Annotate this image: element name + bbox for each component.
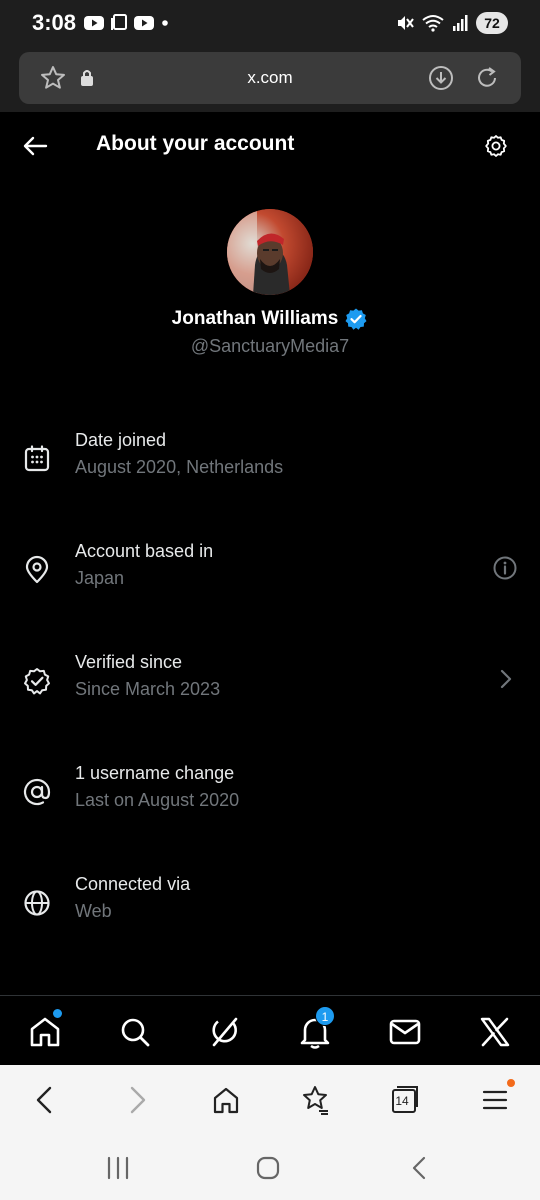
info-item-subtitle: Japan (75, 568, 125, 588)
calendar-icon (24, 445, 50, 472)
verified-badge-icon (24, 668, 50, 695)
display-name-row: Jonathan Williams (0, 307, 540, 331)
download-icon[interactable] (427, 64, 455, 92)
youtube-icon (134, 16, 154, 30)
browser-menu-button[interactable] (480, 1079, 515, 1117)
browser-home-icon[interactable] (210, 1083, 242, 1117)
youtube-icon (84, 16, 104, 30)
username-handle: @SanctuaryMedia7 (190, 336, 350, 356)
info-item-subtitle: August 2020, Netherlands (75, 457, 284, 477)
browser-toolbar: 14 (0, 1065, 540, 1135)
address-bar[interactable]: x.com (19, 52, 521, 104)
system-nav-bar (0, 1135, 540, 1200)
home-icon (30, 1017, 60, 1047)
nav-home[interactable] (25, 1009, 65, 1052)
app-bottom-nav: 1 (0, 995, 540, 1065)
tabs-count: 14 (395, 1094, 409, 1108)
system-back-icon[interactable] (406, 1155, 432, 1181)
home-unread-dot (53, 1009, 62, 1018)
battery-level: 72 (476, 12, 508, 34)
verified-checkmark-icon (345, 308, 367, 330)
bookmarks-icon[interactable] (299, 1083, 331, 1117)
avatar[interactable] (227, 209, 313, 295)
browser-top-bar: x.com (0, 46, 540, 112)
nav-premium[interactable] (475, 1012, 515, 1052)
x-logo-icon (480, 1017, 510, 1047)
mute-icon (398, 16, 414, 30)
info-item-title: Connected via (75, 874, 191, 894)
nav-notifications[interactable]: 1 (295, 1006, 335, 1052)
status-system-icons: 72 (396, 12, 508, 34)
gallery-icon (111, 14, 127, 30)
info-icon[interactable] (492, 555, 518, 581)
nav-search[interactable] (115, 1012, 155, 1052)
menu-notification-dot (507, 1079, 515, 1087)
recent-apps-icon[interactable] (105, 1155, 131, 1181)
hamburger-menu-icon (482, 1090, 508, 1110)
profile-photo (227, 209, 313, 295)
at-sign-icon (23, 778, 51, 806)
status-bar: 3:08 72 (0, 0, 540, 46)
back-arrow-icon[interactable] (22, 134, 48, 158)
status-time: 3:08 (32, 10, 77, 35)
signal-icon (453, 15, 468, 31)
info-item-subtitle: Web (75, 901, 112, 921)
globe-icon (24, 890, 50, 916)
location-pin-icon (25, 555, 49, 584)
wifi-icon (422, 15, 444, 32)
info-item-verified-since[interactable]: Verified since Since March 2023 (0, 652, 540, 712)
more-notifications-dot-icon (162, 20, 168, 26)
tabs-button[interactable]: 14 (389, 1083, 419, 1117)
nav-messages[interactable] (385, 1012, 425, 1052)
display-name: Jonathan Williams (171, 308, 339, 329)
browser-back-icon[interactable] (30, 1083, 60, 1117)
info-item-account-based-in: Account based in Japan (0, 541, 540, 601)
notifications-count-badge: 1 (315, 1006, 335, 1026)
home-circle-icon[interactable] (255, 1155, 281, 1181)
messages-icon (389, 1019, 421, 1045)
info-item-title: 1 username change (75, 763, 235, 783)
browser-forward-icon[interactable] (122, 1083, 152, 1117)
chevron-right-icon (500, 669, 512, 689)
info-item-subtitle: Last on August 2020 (75, 790, 240, 810)
info-item-connected-via: Connected via Web (0, 874, 540, 934)
grok-icon (212, 1017, 238, 1047)
info-item-title: Account based in (75, 541, 214, 561)
page-title: About your account (96, 132, 295, 155)
info-item-date-joined: Date joined August 2020, Netherlands (0, 430, 540, 490)
info-item-title: Date joined (75, 430, 167, 450)
info-item-title: Verified since (75, 652, 183, 672)
gear-icon[interactable] (484, 134, 508, 158)
nav-grok[interactable] (205, 1012, 245, 1052)
status-notification-icons (84, 14, 170, 32)
reload-icon[interactable] (473, 64, 501, 92)
search-icon (121, 1018, 150, 1047)
info-item-subtitle: Since March 2023 (75, 679, 221, 699)
page-header: About your account (0, 112, 540, 178)
info-item-username-change: 1 username change Last on August 2020 (0, 763, 540, 823)
